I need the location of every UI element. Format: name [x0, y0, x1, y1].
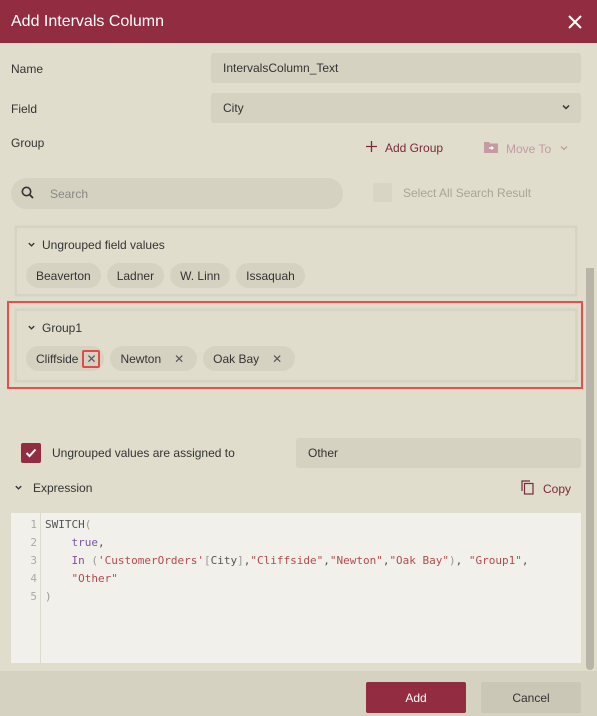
value-chip[interactable]: Beaverton [26, 263, 101, 288]
code-line: In ('CustomerOrders'[City],"Cliffside","… [71, 554, 529, 567]
chevron-down-icon [14, 481, 23, 495]
search-input[interactable] [50, 186, 310, 201]
move-to-label: Move To [506, 141, 552, 156]
field-label: Field [11, 102, 38, 116]
dialog-title: Add Intervals Column [11, 12, 164, 30]
chip-label: Issaquah [246, 268, 295, 283]
value-chip[interactable]: Issaquah [236, 263, 305, 288]
ungrouped-chips: Beaverton Ladner W. Linn Issaquah [26, 263, 305, 288]
line-number: 2 [30, 536, 37, 549]
value-chip[interactable]: W. Linn [170, 263, 231, 288]
expression-header[interactable]: Expression [14, 481, 92, 495]
line-number: 3 [30, 554, 37, 567]
select-all-checkbox[interactable] [373, 183, 392, 202]
value-chip[interactable]: Ladner [106, 263, 165, 288]
chevron-down-icon [559, 142, 569, 156]
code-line: "Other" [71, 572, 118, 585]
name-label: Name [11, 62, 44, 76]
highlight-frame [7, 301, 583, 389]
folder-move-icon [484, 141, 498, 156]
ungrouped-panel-header[interactable]: Ungrouped field values [27, 238, 165, 252]
other-value-field[interactable]: Other [296, 438, 581, 468]
name-value: IntervalsColumn_Text [223, 61, 339, 75]
ungrouped-assign-checkbox[interactable] [21, 443, 41, 463]
select-all-label: Select All Search Result [403, 185, 532, 200]
ungrouped-panel: Ungrouped field values Beaverton Ladner … [15, 226, 577, 296]
expression-title: Expression [33, 481, 93, 495]
field-select[interactable]: City [211, 93, 581, 123]
other-value: Other [308, 446, 339, 460]
chevron-down-icon [27, 238, 36, 252]
chip-label: W. Linn [180, 268, 221, 283]
line-number: 1 [30, 518, 37, 531]
move-to-button[interactable]: Move To [484, 141, 569, 156]
add-button[interactable]: Add [366, 682, 466, 713]
code-line: ) [45, 590, 52, 603]
add-group-label: Add Group [385, 141, 444, 155]
chip-label: Ladner [116, 268, 155, 283]
search-icon [21, 186, 34, 202]
check-icon [25, 448, 37, 458]
chip-label: Beaverton [36, 268, 91, 283]
dialog-header: Add Intervals Column [0, 0, 597, 43]
line-number: 5 [30, 590, 37, 603]
ungrouped-title: Ungrouped field values [42, 238, 165, 252]
line-number: 4 [30, 572, 37, 585]
field-value: City [223, 101, 244, 115]
name-field[interactable]: IntervalsColumn_Text [211, 53, 581, 83]
code-line: SWITCH( [45, 518, 92, 531]
group-label: Group [11, 136, 45, 150]
add-group-button[interactable]: Add Group [366, 141, 443, 155]
select-all-search-result[interactable]: Select All Search Result [373, 183, 531, 202]
ungrouped-assign-label: Ungrouped values are assigned to [52, 446, 235, 460]
plus-icon [366, 141, 377, 155]
copy-label: Copy [543, 482, 572, 496]
search-box[interactable] [11, 178, 343, 209]
scrollbar[interactable] [586, 268, 594, 670]
copy-button[interactable]: Copy [521, 480, 571, 498]
close-icon[interactable] [567, 14, 583, 30]
ungrouped-assign-row: Ungrouped values are assigned to [21, 443, 235, 463]
code-line: true, [71, 536, 105, 549]
expression-editor[interactable]: 1 2 3 4 5 SWITCH( true, In ('CustomerOrd… [11, 513, 581, 663]
chevron-down-icon [561, 101, 571, 115]
cancel-button[interactable]: Cancel [481, 682, 581, 713]
copy-icon [521, 480, 534, 498]
